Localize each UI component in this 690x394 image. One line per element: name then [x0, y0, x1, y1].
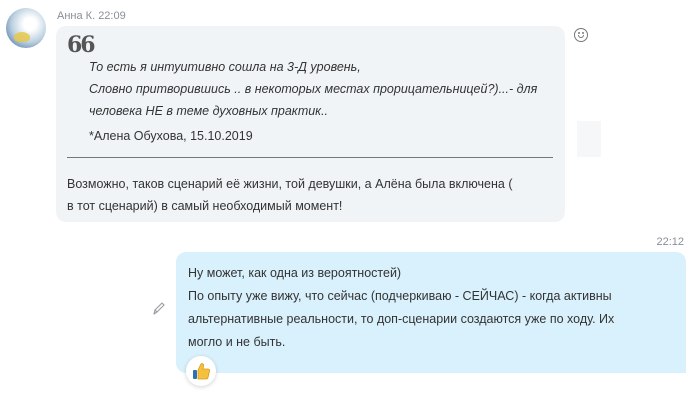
message-line: Возможно, таков сценарий её жизни, той д…	[67, 177, 513, 191]
quote-line: Словно притворившись .. в некоторых мест…	[89, 82, 538, 96]
message-line: могло и не быть.	[188, 335, 286, 349]
quote-icon: 66	[67, 32, 96, 58]
incoming-message-bubble[interactable]	[56, 26, 565, 222]
quote-line: То есть я интуитивно сошла на 3-Д уровен…	[89, 60, 361, 74]
sender-name: Анна К.	[57, 10, 96, 22]
thumbs-up-icon	[193, 363, 210, 380]
message-time: 22:12	[656, 236, 684, 248]
message-time: 22:09	[98, 10, 126, 22]
avatar[interactable]	[6, 8, 46, 48]
quote-line: человека НЕ в теме духовных практик..	[89, 104, 329, 118]
quote-divider	[67, 157, 553, 158]
sender-meta: Анна К. 22:09	[57, 10, 126, 22]
message-line: По опыту уже вижу, что сейчас (подчеркив…	[188, 289, 612, 303]
quote-author: *Алена Обухова, 15.10.2019	[89, 129, 253, 143]
message-line: альтернативные реальности, то доп-сценар…	[188, 312, 615, 326]
message-line: Ну может, как одна из вероятностей)	[188, 266, 402, 280]
hover-action-area	[577, 121, 601, 157]
message-line: в тот сценарий) в самый необходимый моме…	[67, 199, 343, 213]
pencil-icon[interactable]	[152, 300, 166, 316]
reaction-badge[interactable]	[186, 356, 216, 386]
smiley-icon[interactable]	[574, 28, 588, 42]
